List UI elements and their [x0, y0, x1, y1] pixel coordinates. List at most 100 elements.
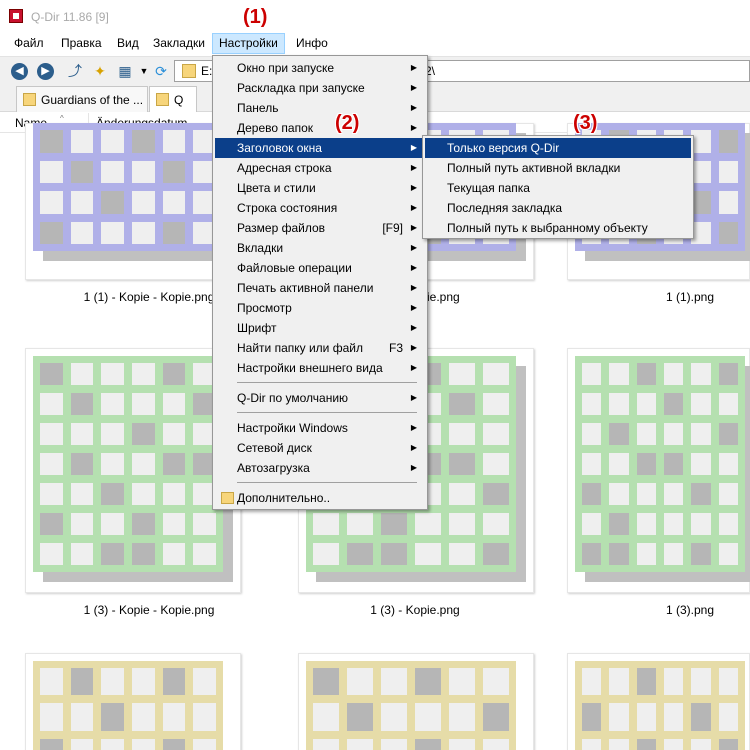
thumbnail-cell	[40, 513, 63, 535]
menu-item-preview[interactable]: Просмотр ▶	[215, 298, 425, 318]
title-bar: Q-Dir 11.86 [9]	[0, 0, 750, 32]
thumbnail-cell	[718, 738, 738, 750]
thumbnail-cell	[718, 483, 738, 505]
submenu-item-current-folder[interactable]: Текущая папка	[425, 178, 691, 198]
view-dropdown-icon[interactable]: ▼	[135, 62, 153, 80]
thumbnail-cell	[347, 543, 373, 565]
thumbnail-cell	[483, 423, 509, 445]
menu-item-address-bar[interactable]: Адресная строка ▶	[215, 158, 425, 178]
thumbnail-pattern	[575, 356, 745, 572]
forward-icon[interactable]: ▶	[37, 63, 54, 80]
thumbnail-cell	[70, 543, 94, 565]
menu-item-advanced[interactable]: Дополнительно..	[215, 488, 425, 508]
menu-item-label: Полный путь к выбранному объекту	[447, 221, 648, 235]
tab-guardians[interactable]: Guardians of the ...	[16, 86, 148, 112]
menu-item-file-size[interactable]: Размер файлов [F9] ▶	[215, 218, 425, 238]
thumbnail[interactable]	[25, 348, 241, 593]
submenu-arrow-icon: ▶	[410, 393, 417, 402]
thumbnail-cell	[131, 483, 155, 505]
new-folder-icon[interactable]: ✦	[91, 62, 109, 80]
thumbnail-cell	[70, 483, 94, 505]
menu-item-startup-window[interactable]: Окно при запуске ▶	[215, 58, 425, 78]
menu-item-shortcut: [F9]	[382, 221, 403, 235]
thumbnail-cell	[609, 363, 629, 385]
menu-item-find[interactable]: Найти папку или файл F3 ▶	[215, 338, 425, 358]
menu-item-appearance[interactable]: Настройки внешнего вида ▶	[215, 358, 425, 378]
thumbnail-cell	[70, 453, 94, 475]
tab-q[interactable]: Q	[149, 86, 197, 112]
menu-item-window-title[interactable]: Заголовок окна ▶	[215, 138, 425, 158]
thumbnail-cell	[162, 393, 186, 415]
thumbnail-cell	[162, 738, 186, 750]
thumbnail-cell	[582, 423, 602, 445]
thumbnail-cell	[101, 393, 124, 415]
thumbnail-cell	[636, 363, 656, 385]
thumbnail-cell	[664, 543, 684, 565]
up-folder-icon[interactable]: ⤴	[66, 62, 84, 80]
menu-separator	[237, 412, 417, 413]
menu-item-font[interactable]: Шрифт ▶	[215, 318, 425, 338]
menu-item-file-operations[interactable]: Файловые операции ▶	[215, 258, 425, 278]
thumbnail-cell	[313, 668, 339, 696]
thumbnail-cell	[101, 130, 124, 153]
menu-item-label: Размер файлов	[237, 221, 326, 235]
view-mode-icon[interactable]: ▦	[116, 62, 134, 80]
thumbnail-cell	[131, 668, 155, 696]
thumbnail-cell	[718, 221, 738, 244]
submenu-arrow-icon: ▶	[410, 443, 417, 452]
submenu-item-last-bookmark[interactable]: Последняя закладка	[425, 198, 691, 218]
thumbnail-cell	[313, 738, 339, 750]
thumbnail-cell	[609, 738, 629, 750]
menu-item-folder-tree[interactable]: Дерево папок ▶	[215, 118, 425, 138]
thumbnail-cell	[718, 453, 738, 475]
thumbnail-cell	[40, 423, 63, 445]
menu-item-tabs[interactable]: Вкладки ▶	[215, 238, 425, 258]
refresh-icon[interactable]: ⟳	[152, 62, 170, 80]
menu-item-default-qdir[interactable]: Q-Dir по умолчанию ▶	[215, 388, 425, 408]
thumbnail-cell	[40, 453, 63, 475]
menu-item-label: Автозагрузка	[237, 461, 310, 475]
thumbnail-pattern	[575, 661, 745, 750]
thumbnail[interactable]	[25, 123, 241, 280]
thumbnail-cell	[691, 513, 711, 535]
thumbnail[interactable]	[567, 653, 750, 750]
thumbnail[interactable]	[298, 653, 534, 750]
menu-info[interactable]: Инфо	[290, 33, 334, 54]
thumbnail-cell	[582, 453, 602, 475]
thumbnail-cell	[347, 513, 373, 535]
submenu-item-selected-object-path[interactable]: Полный путь к выбранному объекту	[425, 218, 691, 238]
thumbnail-cell	[582, 668, 602, 696]
menu-item-colors-styles[interactable]: Цвета и стили ▶	[215, 178, 425, 198]
menu-edit[interactable]: Правка	[55, 33, 108, 54]
submenu-item-active-tab-path[interactable]: Полный путь активной вкладки	[425, 158, 691, 178]
thumbnail-cell	[131, 453, 155, 475]
thumbnail-cell	[582, 513, 602, 535]
menu-item-status-bar[interactable]: Строка состояния ▶	[215, 198, 425, 218]
back-icon[interactable]: ◀	[11, 63, 28, 80]
thumbnail[interactable]	[25, 653, 241, 750]
menu-view[interactable]: Вид	[111, 33, 145, 54]
menu-item-startup-layout[interactable]: Раскладка при запуске ▶	[215, 78, 425, 98]
menu-item-windows-settings[interactable]: Настройки Windows ▶	[215, 418, 425, 438]
menu-file[interactable]: Файл	[8, 33, 50, 54]
menu-item-label: Настройки Windows	[237, 421, 348, 435]
thumbnail-cell	[415, 738, 441, 750]
sort-ascending-icon: ^	[60, 114, 64, 123]
thumbnail-cell	[70, 221, 94, 244]
thumbnail-cell	[449, 513, 475, 535]
menu-bookmarks[interactable]: Закладки	[147, 33, 211, 54]
menu-item-network-drive[interactable]: Сетевой диск ▶	[215, 438, 425, 458]
submenu-arrow-icon: ▶	[410, 123, 417, 132]
thumbnail-label: 1 (3) - Kopie - Kopie.png	[83, 603, 215, 617]
window-title: Q-Dir 11.86 [9]	[31, 10, 109, 24]
thumbnail-cell	[636, 393, 656, 415]
menu-item-panel[interactable]: Панель ▶	[215, 98, 425, 118]
folder-icon	[156, 93, 169, 106]
submenu-item-qdir-version-only[interactable]: Только версия Q-Dir	[425, 138, 691, 158]
menu-settings[interactable]: Настройки	[212, 33, 285, 54]
menu-item-print-panel[interactable]: Печать активной панели ▶	[215, 278, 425, 298]
menu-item-autostart[interactable]: Автозагрузка ▶	[215, 458, 425, 478]
submenu-arrow-icon: ▶	[410, 163, 417, 172]
menu-item-label: Вкладки	[237, 241, 284, 255]
thumbnail[interactable]	[567, 348, 750, 593]
